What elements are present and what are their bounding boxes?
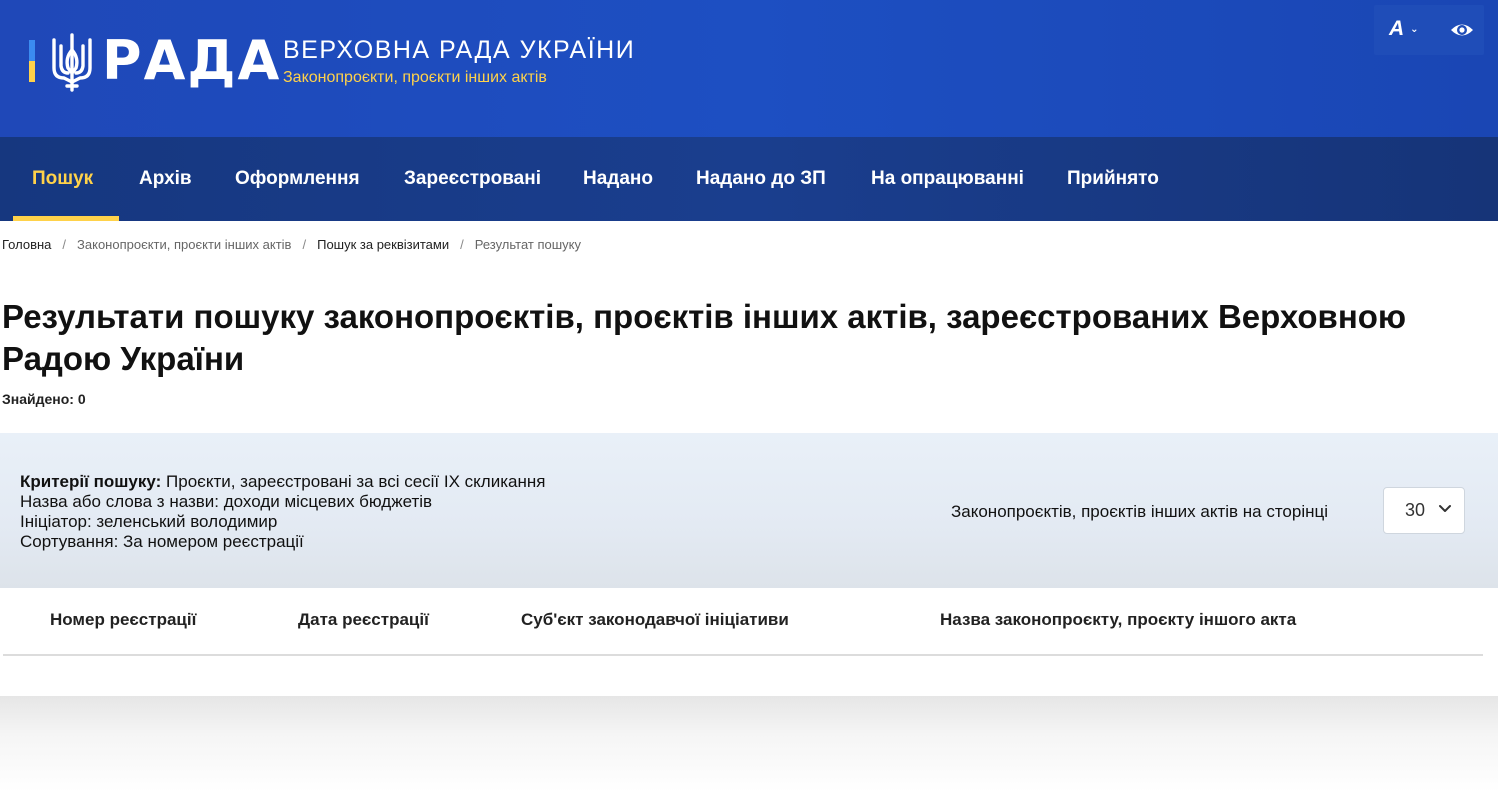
- breadcrumb-search-details[interactable]: Пошук за реквізитами: [317, 237, 449, 252]
- accessibility-controls: A ⌄: [1374, 5, 1484, 55]
- column-header-reg-date[interactable]: Дата реєстрації: [298, 610, 429, 630]
- found-count: Знайдено: 0: [2, 391, 86, 407]
- criteria-scope: Проєкти, зареєстровані за всі сесії IX с…: [166, 472, 546, 491]
- chevron-down-icon: ⌄: [1410, 23, 1419, 35]
- criteria-scope-line: Критерії пошуку: Проєкти, зареєстровані …: [20, 472, 545, 492]
- main-nav: Пошук Архів Оформлення Зареєстровані Над…: [0, 137, 1498, 221]
- column-header-initiator[interactable]: Суб'єкт законодавчої ініціативи: [521, 610, 789, 630]
- footer-shadow: [0, 696, 1498, 792]
- breadcrumb-separator: /: [460, 237, 464, 252]
- table-divider: [3, 654, 1483, 656]
- criteria-name-line: Назва або слова з назви: доходи місцевих…: [20, 492, 433, 511]
- breadcrumb-bills[interactable]: Законопроєкти, проєкти інших актів: [77, 237, 291, 252]
- chevron-down-icon: [1439, 505, 1451, 512]
- results-table: Номер реєстрації Дата реєстрації Суб'єкт…: [0, 588, 1498, 696]
- search-criteria-panel: Критерії пошуку: Проєкти, зареєстровані …: [0, 433, 1498, 588]
- breadcrumb-separator: /: [302, 237, 307, 252]
- parliament-name: ВЕРХОВНА РАДА УКРАЇНИ: [283, 36, 636, 64]
- column-header-reg-number[interactable]: Номер реєстрації: [50, 610, 196, 630]
- eye-icon[interactable]: [1450, 21, 1474, 39]
- nav-item-search[interactable]: Пошук: [32, 137, 93, 221]
- per-page-label: Законопроєктів, проєктів інших актів на …: [951, 502, 1329, 521]
- nav-active-indicator: [13, 216, 119, 221]
- breadcrumb-separator: /: [62, 237, 67, 252]
- nav-item-submitted-to-plenary[interactable]: Надано до ЗП: [696, 137, 826, 221]
- logo-wordmark[interactable]: РАДА: [102, 28, 281, 94]
- nav-item-registered[interactable]: Зареєстровані: [404, 137, 541, 221]
- font-size-toggle[interactable]: A ⌄: [1389, 17, 1419, 41]
- nav-item-in-progress[interactable]: На опрацюванні: [871, 137, 1024, 221]
- font-toggle-label: A: [1389, 17, 1405, 40]
- column-header-bill-title[interactable]: Назва законопроєкту, проєкту іншого акта: [940, 610, 1296, 630]
- nav-item-archive[interactable]: Архів: [139, 137, 192, 221]
- criteria-label: Критерії пошуку:: [20, 472, 162, 491]
- per-page-select[interactable]: 30: [1383, 487, 1465, 534]
- nav-item-submitted[interactable]: Надано: [583, 137, 653, 221]
- criteria-initiator-line: Ініціатор: зеленський володимир: [20, 512, 278, 531]
- breadcrumb-current: Результат пошуку: [474, 237, 582, 252]
- flag-bar: [29, 40, 35, 82]
- page-title: Результати пошуку законопроєктів, проєкт…: [2, 298, 1407, 377]
- section-subtitle: Законопроєкти, проєкти інших актів: [283, 69, 547, 86]
- breadcrumb-home[interactable]: Головна: [2, 237, 51, 252]
- site-header: РАДА ВЕРХОВНА РАДА УКРАЇНИ Законопроєкти…: [0, 0, 1498, 137]
- trident-icon[interactable]: [50, 32, 94, 94]
- nav-item-adopted[interactable]: Прийнято: [1067, 137, 1159, 221]
- criteria-text: Критерії пошуку: Проєкти, зареєстровані …: [20, 472, 545, 552]
- per-page-value: 30: [1405, 500, 1426, 520]
- breadcrumb: Головна / Законопроєкти, проєкти інших акт…: [2, 237, 581, 252]
- nav-item-drafting[interactable]: Оформлення: [235, 137, 360, 221]
- criteria-sort-line: Сортування: За номером реєстрації: [20, 532, 304, 551]
